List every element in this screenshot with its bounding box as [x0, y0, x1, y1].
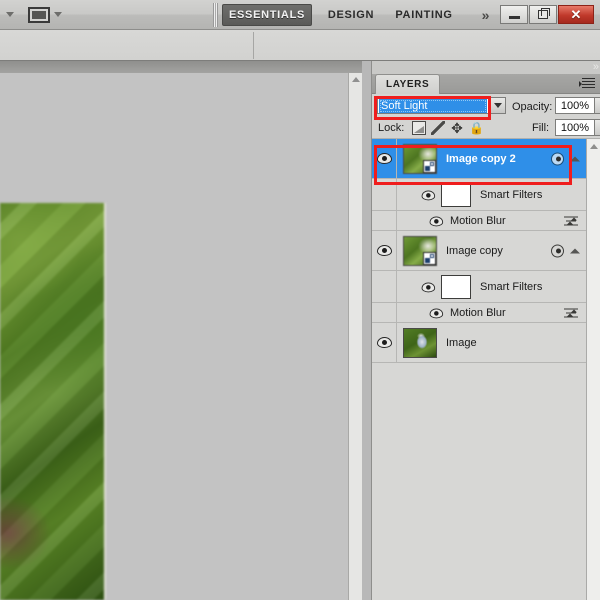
screen-mode-icon[interactable]	[28, 7, 50, 23]
options-bar	[0, 30, 600, 61]
layer-row-image-copy[interactable]: Image copy	[372, 231, 586, 271]
chevron-down-icon-left[interactable]	[6, 12, 14, 17]
workspace-painting-label: PAINTING	[395, 9, 453, 21]
close-button[interactable]: ✕	[558, 5, 594, 24]
blend-mode-row: Soft Light Opacity: 100%	[372, 94, 600, 117]
layer-visibility-cell[interactable]	[372, 323, 397, 362]
layer-name-motion-blur-2: Motion Blur	[450, 306, 506, 319]
layer-row-smart-filters-2[interactable]: Smart Filters	[372, 271, 586, 303]
panel-dock: » LAYERS Soft Light Opacity: 100% Lock: …	[371, 61, 600, 600]
eye-icon[interactable]	[421, 190, 436, 201]
layer-name-motion-blur-1: Motion Blur	[450, 214, 506, 227]
workspace-design[interactable]: DESIGN	[320, 4, 382, 26]
canvas-vertical-scrollbar[interactable]	[348, 73, 362, 600]
tab-layers[interactable]: LAYERS	[375, 74, 441, 94]
opacity-stepper[interactable]	[595, 97, 600, 114]
tab-layers-label: LAYERS	[386, 79, 430, 90]
double-chevron-right-icon[interactable]: »	[593, 62, 599, 73]
layer-row-motion-blur-2[interactable]: Motion Blur	[372, 303, 586, 323]
eye-icon[interactable]	[376, 337, 392, 348]
layer-visibility-cell[interactable]	[372, 231, 397, 270]
canvas-image-blur-streaks	[0, 203, 104, 600]
eye-icon[interactable]	[429, 308, 444, 319]
opacity-label: Opacity:	[512, 101, 553, 113]
layer-visibility-cell[interactable]	[372, 303, 397, 322]
lock-label: Lock:	[378, 122, 405, 134]
eye-icon[interactable]	[429, 216, 444, 227]
eye-icon[interactable]	[421, 282, 436, 293]
layers-vertical-scrollbar[interactable]	[586, 139, 600, 600]
lock-all-icon[interactable]: 🔒	[469, 121, 484, 135]
chevron-down-icon-screen-mode[interactable]	[54, 12, 62, 17]
layer-thumbnail[interactable]	[403, 327, 437, 358]
eye-icon[interactable]	[376, 245, 392, 256]
smart-object-badge-icon	[423, 159, 436, 173]
layer-name-smart-filters-1: Smart Filters	[480, 188, 543, 201]
fill-label: Fill:	[532, 122, 550, 134]
blend-mode-select[interactable]: Soft Light	[377, 97, 489, 114]
opacity-value: 100%	[560, 99, 590, 112]
panel-tab-strip: LAYERS	[372, 74, 600, 94]
document-area	[0, 61, 362, 600]
scroll-up-arrow-icon[interactable]	[590, 144, 598, 149]
layer-visibility-cell[interactable]	[372, 211, 397, 230]
fill-value: 100%	[560, 121, 590, 134]
chevron-down-icon-blend-mode[interactable]	[489, 97, 506, 114]
panel-menu-icon[interactable]	[579, 78, 595, 90]
lock-image-pixels-icon[interactable]	[431, 121, 445, 135]
layer-row-smart-filters-1[interactable]: Smart Filters	[372, 179, 586, 211]
minimize-icon	[508, 16, 520, 19]
more-workspaces-icon[interactable]: »	[474, 7, 494, 23]
layer-name-image: Image	[446, 336, 477, 349]
workspace-essentials-label: ESSENTIALS	[228, 9, 306, 21]
scroll-up-arrow-icon[interactable]	[352, 77, 360, 82]
layer-name-smart-filters-2: Smart Filters	[480, 280, 543, 293]
smart-filters-mask-thumbnail[interactable]	[441, 182, 471, 207]
fill-input[interactable]: 100%	[555, 119, 595, 136]
restore-icon	[538, 8, 550, 19]
lock-position-icon[interactable]: ✥	[450, 121, 464, 135]
layer-name-image-copy: Image copy	[446, 244, 503, 257]
dock-header[interactable]: »	[372, 61, 600, 74]
appbar-grip[interactable]	[213, 3, 218, 27]
layer-visibility-cell[interactable]	[372, 179, 397, 210]
minimize-button[interactable]	[500, 5, 528, 24]
smart-object-badge-icon	[423, 251, 436, 265]
layer-thumbnail[interactable]	[403, 235, 437, 266]
application-bar: ESSENTIALS DESIGN PAINTING » ✕	[0, 0, 600, 30]
layer-name-image-copy-2: Image copy 2	[446, 152, 516, 165]
canvas[interactable]	[0, 73, 362, 600]
smart-filters-mask-thumbnail[interactable]	[441, 274, 471, 299]
blend-mode-value: Soft Light	[379, 98, 487, 113]
filter-blending-options-icon[interactable]	[564, 307, 578, 318]
lock-transparent-pixels-icon[interactable]	[412, 121, 426, 135]
close-icon: ✕	[570, 7, 582, 22]
document-title-bar[interactable]	[0, 61, 362, 73]
smart-filters-icon[interactable]	[551, 244, 564, 257]
workspace-essentials[interactable]: ESSENTIALS	[222, 4, 312, 26]
layer-row-image-copy-2[interactable]: Image copy 2	[372, 139, 586, 179]
workspace-painting[interactable]: PAINTING	[384, 4, 464, 26]
opacity-input[interactable]: 100%	[555, 97, 595, 114]
triangle-collapse-icon[interactable]	[570, 156, 580, 161]
photoshop-window: ESSENTIALS DESIGN PAINTING » ✕ » LAYERS …	[0, 0, 600, 600]
layers-list[interactable]: Image copy 2 Smart Filters Motion Blur I…	[372, 139, 586, 600]
smart-filters-icon[interactable]	[551, 152, 564, 165]
layer-row-motion-blur-1[interactable]: Motion Blur	[372, 211, 586, 231]
canvas-image	[0, 203, 106, 600]
fill-stepper[interactable]	[595, 119, 600, 136]
layer-row-image[interactable]: Image	[372, 323, 586, 363]
filter-blending-options-icon[interactable]	[564, 215, 578, 226]
layers-panel-body: Soft Light Opacity: 100% Lock: ✥ 🔒 Fill:…	[372, 94, 600, 600]
layer-visibility-cell[interactable]	[372, 271, 397, 302]
eye-icon[interactable]	[376, 153, 392, 164]
layer-visibility-cell[interactable]	[372, 139, 397, 178]
triangle-collapse-icon[interactable]	[570, 248, 580, 253]
options-bar-divider	[253, 32, 254, 59]
workspace-design-label: DESIGN	[327, 9, 375, 21]
layer-thumbnail[interactable]	[403, 143, 437, 174]
lock-row: Lock: ✥ 🔒 Fill: 100%	[372, 117, 600, 139]
restore-button[interactable]	[529, 5, 557, 24]
